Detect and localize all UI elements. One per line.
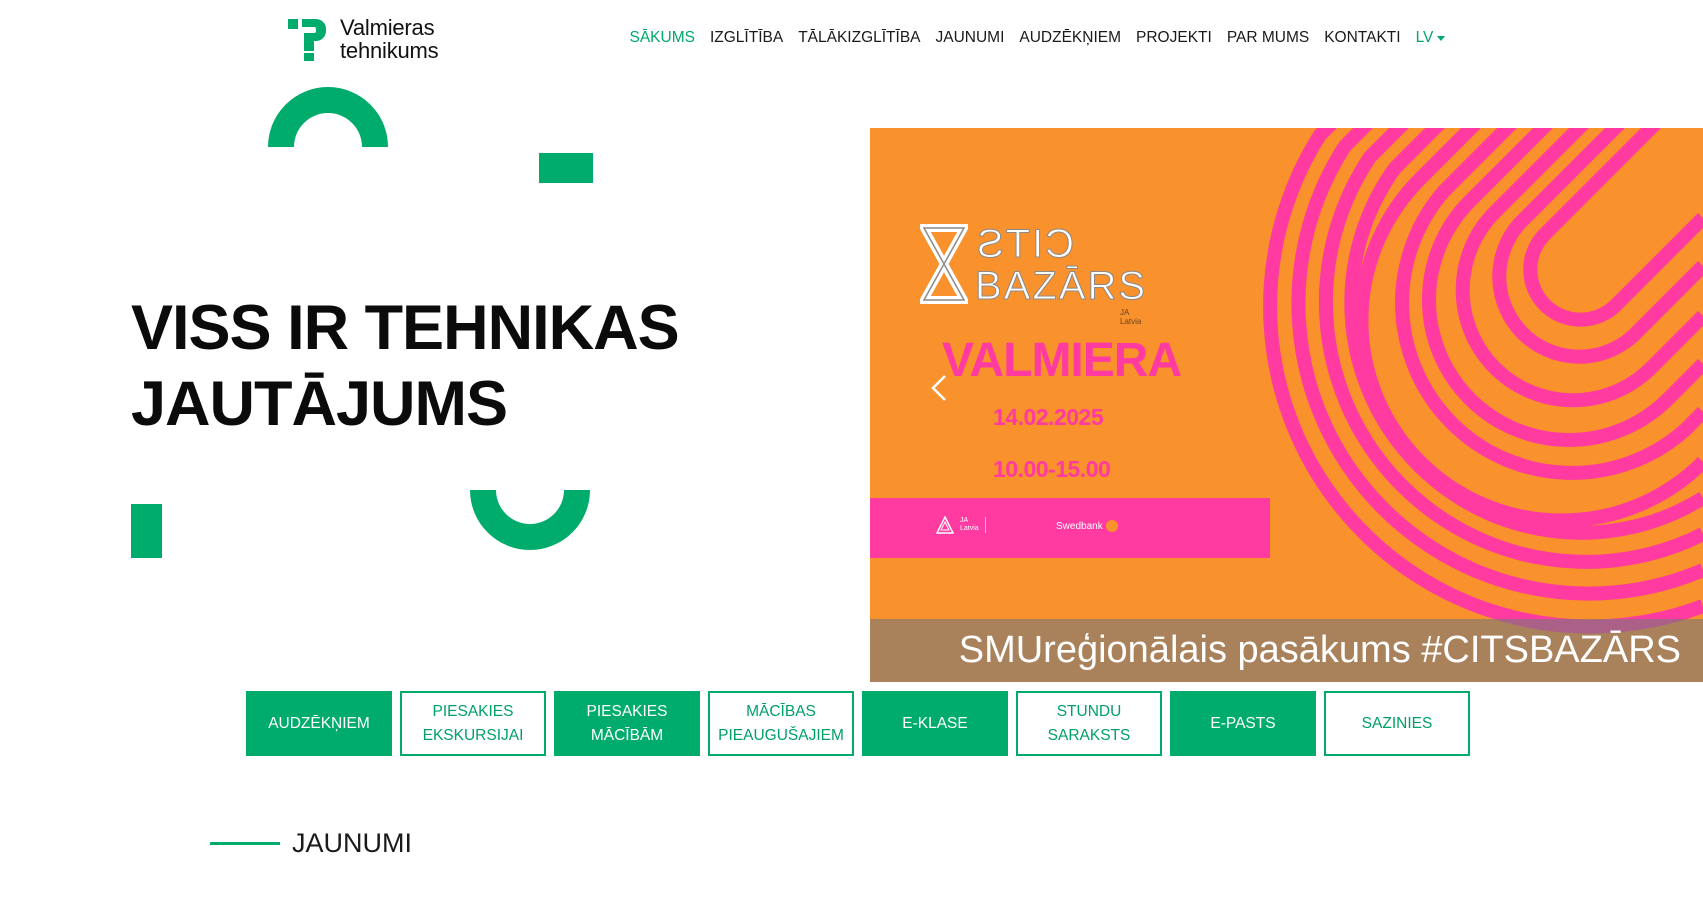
cits-logo-bottom-text: BAZĀRS — [974, 264, 1148, 308]
sponsor-swedbank-label: Swedbank — [1056, 520, 1103, 532]
decor-rect-bottom-icon — [131, 504, 162, 558]
quick-link-stundu-saraksts[interactable]: STUNDU SARAKSTS — [1016, 691, 1162, 756]
cits-logo-top-text: CITS — [975, 222, 1075, 267]
logo-mark-icon — [288, 19, 326, 61]
ja-latvia-logo-icon — [936, 516, 954, 534]
sponsor-ja-line-2: Latvia — [960, 525, 979, 532]
hero-title: VISS IR TEHNIKAS JAUTĀJUMS — [131, 290, 751, 442]
slide-time: 10.00-15.00 — [993, 456, 1111, 482]
slide-caption[interactable]: SMUreģionālais pasākums #CITSBAZĀRS — [870, 619, 1703, 682]
decor-rect-top-icon — [539, 153, 593, 183]
hero-title-line-2: JAUTĀJUMS — [131, 369, 508, 439]
quick-link-sazinies[interactable]: SAZINIES — [1324, 691, 1470, 756]
quick-link-piesakies-macibam[interactable]: PIESAKIES MĀCĪBĀM — [554, 691, 700, 756]
sponsor-swedbank: Swedbank — [1056, 520, 1118, 532]
nav-item-sakums[interactable]: SĀKUMS — [622, 28, 702, 48]
language-label: LV — [1415, 29, 1434, 46]
cits-bazars-logo: CITS BAZĀRS JA Latvia — [920, 220, 1170, 326]
swedbank-logo-icon — [1105, 520, 1118, 532]
nav-item-kontakti[interactable]: KONTAKTI — [1317, 28, 1408, 48]
quick-link-macibas-pieaugusajiem[interactable]: MĀCĪBAS PIEAUGUŠAJIEM — [708, 691, 854, 756]
logo-line-2: tehnikums — [340, 38, 439, 63]
quick-link-e-pasts[interactable]: E-PASTS — [1170, 691, 1316, 756]
ja-badge-line-1: JA — [1120, 308, 1130, 317]
site-logo[interactable]: Valmieras tehnikums — [288, 15, 439, 63]
news-title: JAUNUMI — [292, 828, 412, 858]
nav-item-projekti[interactable]: PROJEKTI — [1129, 28, 1220, 48]
caret-down-icon — [1437, 35, 1446, 41]
quick-links: AUDZĒKŅIEM PIESAKIES EKSKURSIJAI PIESAKI… — [246, 691, 1470, 756]
quick-link-piesakies-ekskursijai[interactable]: PIESAKIES EKSKURSIJAI — [400, 691, 546, 756]
decor-arch-top-icon — [268, 87, 388, 147]
quick-link-e-klase[interactable]: E-KLASE — [862, 691, 1008, 756]
ja-badge-line-2: Latvia — [1120, 317, 1142, 326]
hourglass-icon — [920, 224, 968, 304]
language-dropdown[interactable]: LV — [1408, 29, 1453, 47]
sponsor-ja-line-1: JA — [960, 517, 969, 524]
logo-wordmark: Valmieras tehnikums — [340, 15, 439, 63]
nav-item-audzekniem[interactable]: AUDZĒKŅIEM — [1012, 28, 1129, 48]
hero-title-line-1: VISS IR TEHNIKAS — [131, 293, 680, 363]
sponsor-ja-text: JA Latvia — [960, 517, 979, 533]
nav-item-talakizglitiba[interactable]: TĀLĀKIZGLĪTĪBA — [791, 28, 928, 48]
sponsor-divider — [984, 517, 986, 533]
hero-slider[interactable]: CITS BAZĀRS JA Latvia VALMIERA 14.02.202… — [870, 128, 1703, 682]
sponsor-bar: JA Latvia Swedbank — [870, 498, 1270, 558]
nav-item-izglitiba[interactable]: IZGLĪTĪBA — [702, 28, 790, 48]
nav-item-par-mums[interactable]: PAR MUMS — [1219, 28, 1316, 48]
slider-prev-arrow-icon[interactable] — [925, 368, 955, 408]
decor-arch-bottom-icon — [470, 490, 590, 550]
nav-item-jaunumi[interactable]: JAUNUMI — [928, 28, 1012, 48]
main-nav: SĀKUMS IZGLĪTĪBA TĀLĀKIZGLĪTĪBA JAUNUMI … — [622, 28, 1453, 48]
slide-city: VALMIERA — [942, 334, 1182, 387]
news-heading-line — [210, 842, 280, 845]
news-section-heading: JAUNUMI — [210, 828, 412, 859]
slide-date: 14.02.2025 — [993, 404, 1104, 430]
ja-latvia-badge: JA Latvia — [1120, 308, 1141, 326]
sponsor-ja-latvia: JA Latvia — [936, 516, 986, 534]
quick-link-audzekniem[interactable]: AUDZĒKŅIEM — [246, 691, 392, 756]
logo-line-1: Valmieras — [340, 15, 435, 40]
